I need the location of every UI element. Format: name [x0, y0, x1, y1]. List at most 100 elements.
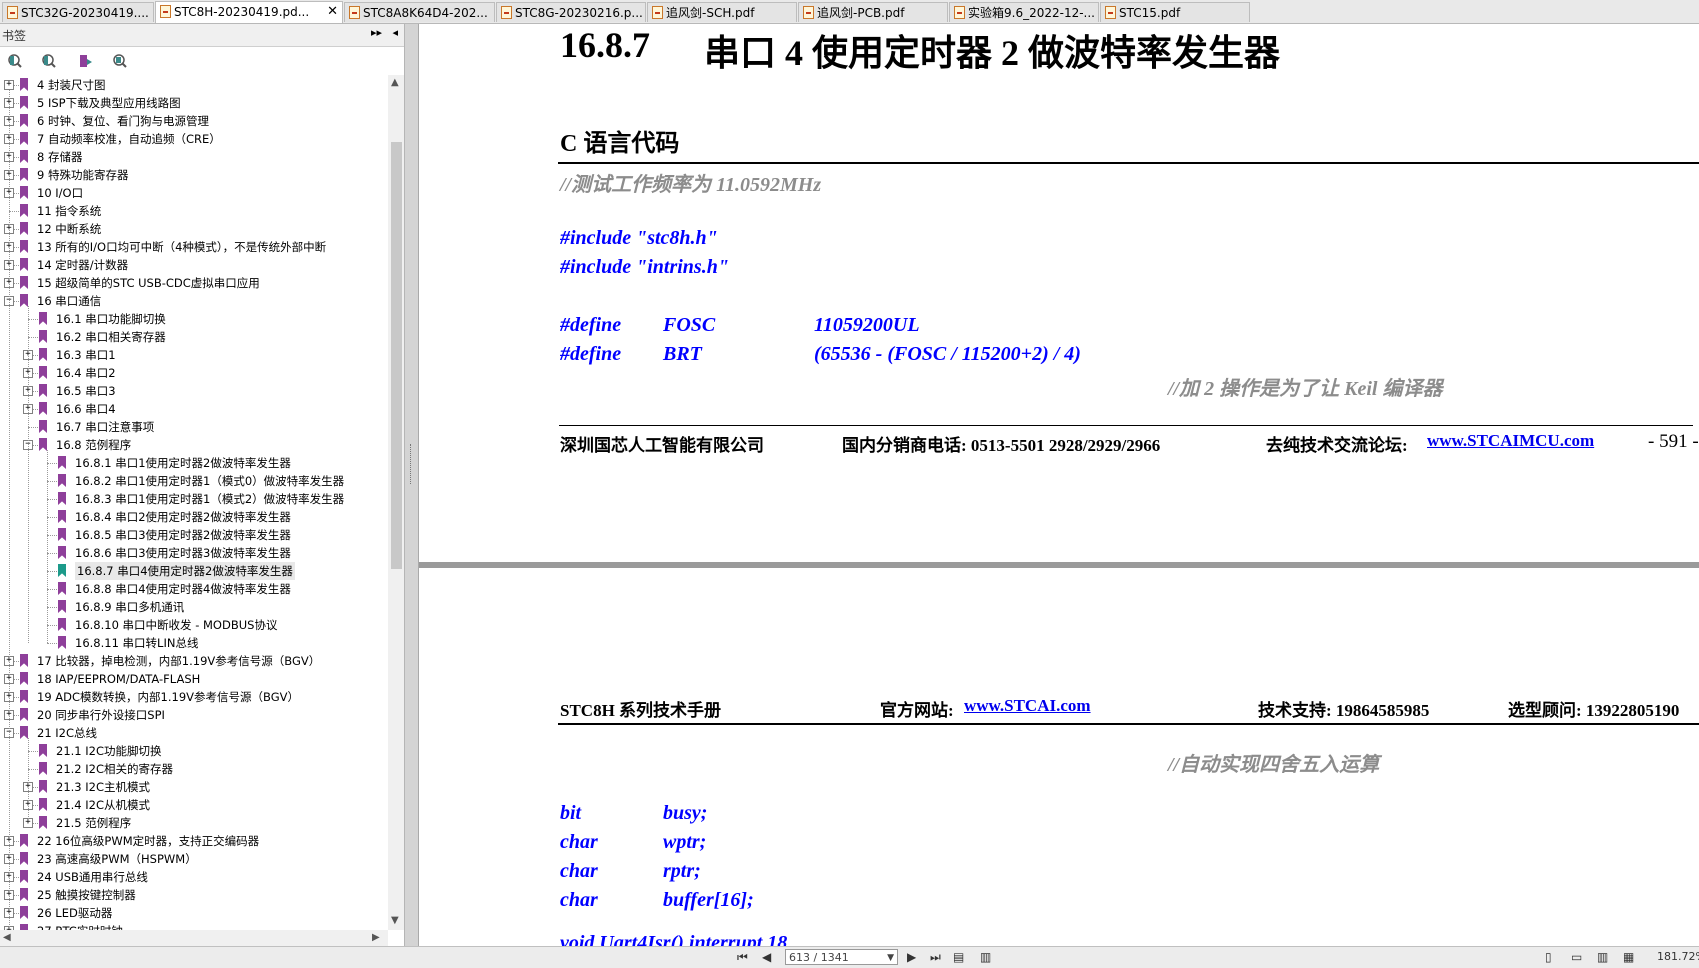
- continuous-layout-icon[interactable]: ▭: [1571, 950, 1582, 964]
- bookmark-item[interactable]: +16.3 串口1: [0, 346, 387, 364]
- bookmark-item[interactable]: +23 高速高级PWM（HSPWM）: [0, 850, 387, 868]
- bookmark-item[interactable]: 16.8.3 串口1使用定时器1（模式2）做波特率发生器: [0, 490, 387, 508]
- add-bookmark-icon[interactable]: [77, 53, 93, 69]
- bookmark-item[interactable]: 16.8.2 串口1使用定时器1（模式0）做波特率发生器: [0, 472, 387, 490]
- bookmark-item[interactable]: +16.4 串口2: [0, 364, 387, 382]
- code-var-type: bit: [560, 802, 582, 824]
- two-page-layout-icon[interactable]: ▥: [1597, 950, 1608, 964]
- bookmark-item[interactable]: +21.3 I2C主机模式: [0, 778, 387, 796]
- panel-collapse-icon[interactable]: ◂: [392, 26, 398, 39]
- bookmark-label: 16.7 串口注意事项: [56, 420, 155, 434]
- bookmark-item[interactable]: +15 超级简单的STC USB-CDC虚拟串口应用: [0, 274, 387, 292]
- bookmark-item[interactable]: +25 触摸按键控制器: [0, 886, 387, 904]
- bookmark-item[interactable]: +27 RTC实时时钟: [0, 922, 387, 930]
- continuous-view-icon[interactable]: ▤: [953, 950, 964, 964]
- document-view[interactable]: 16.8.7 串口 4 使用定时器 2 做波特率发生器 C 语言代码 //测试工…: [419, 24, 1699, 946]
- bookmark-item[interactable]: +22 16位高级PWM定时器，支持正交编码器: [0, 832, 387, 850]
- tree-connector: [47, 553, 57, 554]
- bookmark-icon: [58, 492, 66, 505]
- panel-options-icon[interactable]: ▸▸: [371, 26, 382, 39]
- scrollbar-thumb[interactable]: [391, 142, 402, 569]
- bookmark-item[interactable]: +19 ADC模数转换，内部1.19V参考信号源（BGV）: [0, 688, 387, 706]
- bookmark-item[interactable]: +5 ISP下载及典型应用线路图: [0, 94, 387, 112]
- bookmark-item[interactable]: 16.8.4 串口2使用定时器2做波特率发生器: [0, 508, 387, 526]
- scroll-down-icon[interactable]: ▼: [391, 915, 399, 926]
- bookmark-vertical-scrollbar[interactable]: ▲ ▼: [388, 75, 404, 930]
- bookmark-item[interactable]: +12 中断系统: [0, 220, 387, 238]
- bookmark-item[interactable]: +18 IAP/EEPROM/DATA-FLASH: [0, 670, 387, 688]
- bookmark-item[interactable]: 11 指令系统: [0, 202, 387, 220]
- splitter-grip[interactable]: [410, 444, 413, 484]
- bookmark-item[interactable]: 16.8.6 串口3使用定时器3做波特率发生器: [0, 544, 387, 562]
- next-page-icon[interactable]: ▶: [907, 950, 916, 964]
- close-tab-icon[interactable]: ✕: [327, 2, 338, 22]
- tree-connector: [47, 625, 57, 626]
- collapse-bookmark-icon[interactable]: [41, 53, 57, 69]
- bookmark-item[interactable]: +13 所有的I/O口均可中断（4种模式），不是传统外部中断: [0, 238, 387, 256]
- bookmark-item[interactable]: 16.2 串口相关寄存器: [0, 328, 387, 346]
- bookmark-item[interactable]: −16 串口通信: [0, 292, 387, 310]
- bookmark-item[interactable]: +9 特殊功能寄存器: [0, 166, 387, 184]
- scroll-up-icon[interactable]: ▲: [391, 77, 399, 88]
- bookmark-item[interactable]: +14 定时器/计数器: [0, 256, 387, 274]
- page-number-select[interactable]: 613 / 1341 ▼: [785, 949, 898, 965]
- expand-bookmark-icon[interactable]: [7, 53, 23, 69]
- bookmark-item[interactable]: +16.5 串口3: [0, 382, 387, 400]
- bookmark-item[interactable]: 21.2 I2C相关的寄存器: [0, 760, 387, 778]
- single-page-layout-icon[interactable]: ▯: [1545, 950, 1552, 964]
- tab-zhuifengjian-sch[interactable]: 追风剑-SCH.pdf: [647, 2, 797, 22]
- bookmark-item[interactable]: −16.8 范例程序: [0, 436, 387, 454]
- bookmark-item[interactable]: +21.4 I2C从机模式: [0, 796, 387, 814]
- bookmark-item[interactable]: 16.8.11 串口转LIN总线: [0, 634, 387, 652]
- bookmark-item[interactable]: +8 存储器: [0, 148, 387, 166]
- tab-stc32g[interactable]: STC32G-20230419....: [2, 2, 154, 22]
- code-var-type: char: [560, 860, 598, 882]
- bookmark-item[interactable]: +4 封装尺寸图: [0, 76, 387, 94]
- tab-stc8h[interactable]: STC8H-20230419.pd... ✕: [155, 1, 343, 23]
- bookmark-item[interactable]: 16.8.1 串口1使用定时器2做波特率发生器: [0, 454, 387, 472]
- first-page-icon[interactable]: ⏮: [737, 950, 748, 965]
- tab-stc8a8k64d4[interactable]: STC8A8K64D4-202...: [344, 2, 495, 22]
- bookmark-item[interactable]: +6 时钟、复位、看门狗与电源管理: [0, 112, 387, 130]
- bookmark-item[interactable]: 16.8.10 串口中断收发 - MODBUS协议: [0, 616, 387, 634]
- bookmark-horizontal-scrollbar[interactable]: ◀ ▶: [0, 930, 388, 946]
- bookmark-item[interactable]: 16.8.8 串口4使用定时器4做波特率发生器: [0, 580, 387, 598]
- header-site-link[interactable]: www.STCAI.com: [964, 696, 1091, 716]
- previous-page-icon[interactable]: ◀: [762, 950, 771, 964]
- bookmark-icon: [39, 402, 47, 415]
- bookmark-icon: [58, 636, 66, 649]
- bookmark-icon: [58, 582, 66, 595]
- bookmark-item[interactable]: 16.1 串口功能脚切换: [0, 310, 387, 328]
- last-page-icon[interactable]: ⏭: [930, 950, 941, 965]
- tab-shiyanxiang[interactable]: 实验箱9.6_2022-12-...: [949, 2, 1099, 22]
- bookmark-item[interactable]: +20 同步串行外设接口SPI: [0, 706, 387, 724]
- bookmark-item[interactable]: 16.7 串口注意事项: [0, 418, 387, 436]
- bookmark-item[interactable]: +7 自动频率校准，自动追频（CRE）: [0, 130, 387, 148]
- bookmark-item[interactable]: 21.1 I2C功能脚切换: [0, 742, 387, 760]
- bookmark-item[interactable]: +24 USB通用串行总线: [0, 868, 387, 886]
- panel-splitter[interactable]: [405, 24, 419, 946]
- bookmark-label: 6 时钟、复位、看门狗与电源管理: [37, 114, 209, 128]
- bookmark-item[interactable]: 16.8.7 串口4使用定时器2做波特率发生器: [0, 562, 387, 580]
- two-page-continuous-icon[interactable]: ▦: [1623, 950, 1634, 964]
- bookmark-label: 25 触摸按键控制器: [37, 888, 136, 902]
- footer-forum-link[interactable]: www.STCAIMCU.com: [1427, 431, 1594, 451]
- expand-node-icon[interactable]: +: [4, 80, 14, 90]
- scroll-right-icon[interactable]: ▶: [372, 932, 380, 943]
- bookmark-item[interactable]: +26 LED驱动器: [0, 904, 387, 922]
- bookmark-item[interactable]: 16.8.9 串口多机通讯: [0, 598, 387, 616]
- facing-view-icon[interactable]: ▥: [980, 950, 991, 964]
- zoom-level[interactable]: 181.72%: [1657, 950, 1699, 963]
- bookmark-item[interactable]: +21.5 范例程序: [0, 814, 387, 832]
- tab-stc8g[interactable]: STC8G-20230216.p...: [496, 2, 646, 22]
- scroll-left-icon[interactable]: ◀: [3, 932, 11, 943]
- bookmark-item[interactable]: +10 I/O口: [0, 184, 387, 202]
- tab-stc15[interactable]: STC15.pdf: [1100, 2, 1250, 22]
- tab-zhuifengjian-pcb[interactable]: 追风剑-PCB.pdf: [798, 2, 948, 22]
- bookmark-item[interactable]: +16.6 串口4: [0, 400, 387, 418]
- bookmark-item[interactable]: +17 比较器，掉电检测，内部1.19V参考信号源（BGV）: [0, 652, 387, 670]
- bookmark-item[interactable]: 16.8.5 串口3使用定时器2做波特率发生器: [0, 526, 387, 544]
- bookmark-item[interactable]: −21 I2C总线: [0, 724, 387, 742]
- find-bookmark-icon[interactable]: [112, 53, 128, 69]
- code-var-type: char: [560, 831, 598, 853]
